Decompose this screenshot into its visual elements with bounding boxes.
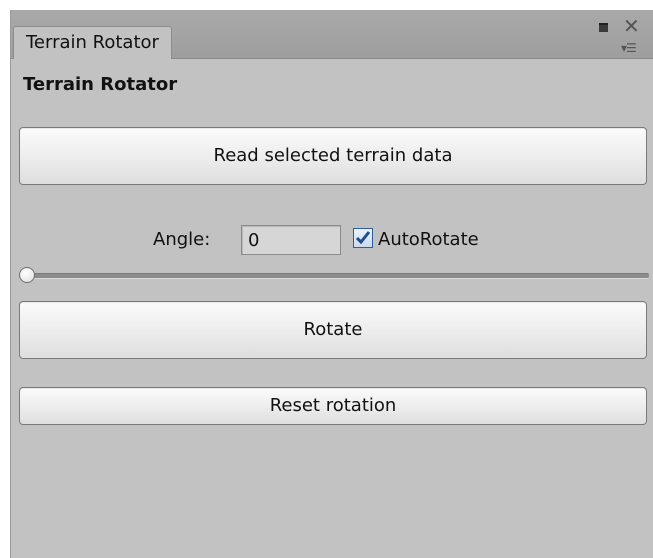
angle-input[interactable]	[241, 225, 341, 255]
angle-label: Angle:	[153, 229, 211, 250]
close-icon[interactable]: ✕	[623, 16, 640, 36]
checkmark-icon	[355, 231, 371, 245]
autorotate-checkbox[interactable]	[353, 228, 373, 248]
autorotate-label: AutoRotate	[378, 229, 479, 250]
editor-window: Terrain Rotator ✕ ▾☰ Terrain Rotator Rea…	[10, 10, 653, 558]
tab-bar: Terrain Rotator ✕ ▾☰	[11, 10, 653, 59]
angle-slider-thumb[interactable]	[19, 267, 35, 283]
panel-title: Terrain Rotator	[23, 74, 178, 95]
maximize-icon[interactable]	[599, 23, 608, 32]
reset-rotation-button[interactable]: Reset rotation	[19, 387, 647, 425]
menu-icon[interactable]: ▾☰	[621, 42, 637, 54]
tab-terrain-rotator[interactable]: Terrain Rotator	[13, 26, 172, 59]
angle-row: Angle: AutoRotate	[11, 225, 653, 255]
angle-slider-track[interactable]	[23, 273, 649, 279]
rotate-button[interactable]: Rotate	[19, 301, 647, 359]
read-terrain-button[interactable]: Read selected terrain data	[19, 127, 647, 185]
